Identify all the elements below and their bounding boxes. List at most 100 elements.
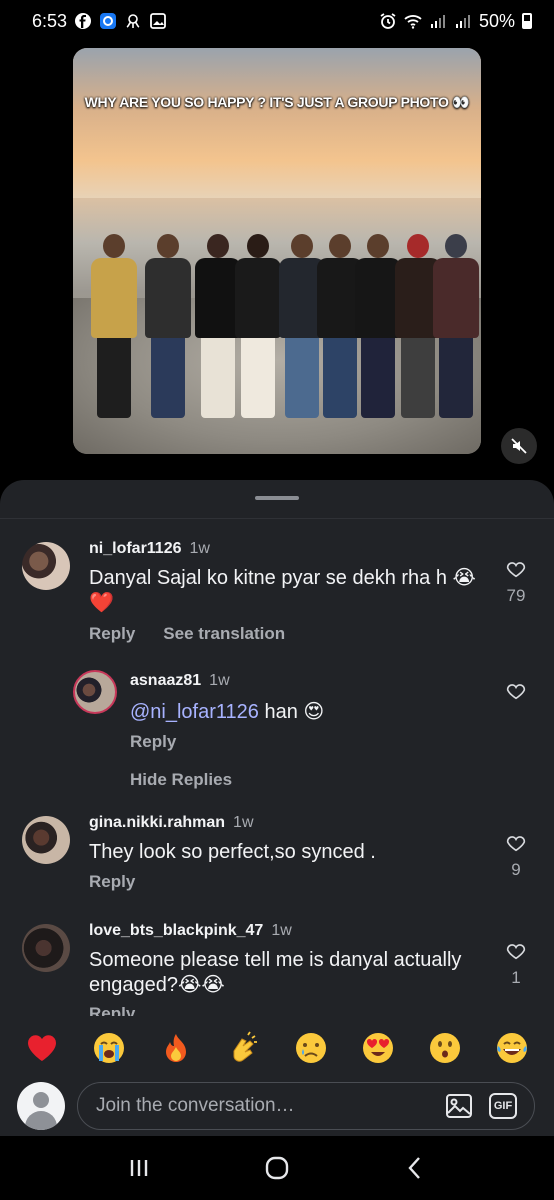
group-photo-people: [83, 148, 479, 418]
mute-button[interactable]: [501, 428, 537, 464]
recent-apps-button[interactable]: [119, 1148, 159, 1188]
person: [433, 234, 479, 418]
crying-face-icon: [295, 1033, 326, 1063]
heart-icon: [27, 1035, 56, 1061]
loudly-crying-face-icon: [93, 1033, 124, 1063]
octopus-icon: [124, 12, 142, 30]
clapping-emoji-button[interactable]: [223, 1028, 263, 1068]
like-count: 1: [511, 968, 521, 987]
comment-username[interactable]: love_bts_blackpink_47: [89, 922, 263, 940]
signal-icon-2: [454, 12, 472, 30]
sheet-drag-handle[interactable]: [255, 496, 299, 500]
mute-icon: [511, 438, 527, 454]
status-left: 6:53: [32, 11, 167, 32]
signal-icon: [429, 12, 447, 30]
avatar[interactable]: [22, 816, 70, 864]
clapping-hands-icon: [233, 1031, 258, 1062]
astonished-emoji-button[interactable]: [425, 1028, 465, 1068]
fire-icon: [166, 1034, 187, 1062]
gif-icon: GIF: [489, 1093, 517, 1119]
comment-actions: Reply See translation: [89, 624, 285, 644]
like-count: 79: [506, 586, 526, 605]
like-count: 9: [511, 860, 521, 879]
reply-button[interactable]: Reply: [130, 732, 176, 752]
reply-button[interactable]: Reply: [89, 624, 135, 644]
image-picker-button[interactable]: [444, 1091, 474, 1121]
back-button[interactable]: [395, 1148, 435, 1188]
tears-of-joy-face-icon: [497, 1033, 528, 1063]
battery-percent: 50%: [478, 10, 515, 31]
like-button[interactable]: 9: [501, 832, 531, 880]
heart-outline-icon: [506, 562, 526, 578]
comment-header: gina.nikki.rahman 1w: [89, 814, 254, 832]
like-button[interactable]: 1: [501, 940, 531, 988]
home-icon: [265, 1156, 289, 1180]
reply-text: han 😍: [258, 701, 325, 723]
gallery-icon: [149, 12, 167, 30]
like-button[interactable]: [501, 680, 531, 702]
mention-link[interactable]: @ni_lofar1126: [130, 701, 259, 723]
gif-picker-button[interactable]: GIF: [488, 1091, 518, 1121]
comment-text: They look so perfect,so synced .: [89, 841, 376, 863]
wifi-icon: [404, 12, 422, 30]
comment-text: @ni_lofar1126 han 😍: [130, 700, 470, 725]
person: [91, 234, 137, 418]
my-avatar[interactable]: [17, 1082, 65, 1130]
battery-icon: [522, 13, 532, 29]
heart-eyes-face-icon: [362, 1033, 393, 1063]
see-translation-button[interactable]: See translation: [163, 624, 285, 644]
comment-actions: Reply: [89, 872, 135, 892]
fire-emoji-button[interactable]: [156, 1028, 196, 1068]
heart-emoji-button[interactable]: [22, 1028, 62, 1068]
heart-outline-icon: [506, 836, 526, 852]
reply-button[interactable]: Reply: [89, 872, 135, 892]
status-bar: 6:53 50%: [0, 0, 554, 42]
crying-emoji-button[interactable]: [291, 1028, 331, 1068]
comment-header: asnaaz81 1w: [130, 672, 230, 690]
comment-actions: Reply: [89, 1004, 135, 1016]
heart-outline-icon: [506, 944, 526, 960]
comment-time: 1w: [209, 672, 230, 689]
clock: 6:53: [32, 10, 68, 31]
comment-actions: Reply: [130, 732, 176, 752]
video-caption: WHY ARE YOU SO HAPPY ? IT'S JUST A GROUP…: [84, 94, 470, 110]
recent-apps-icon: [130, 1160, 148, 1176]
emoji-quick-bar: [0, 1022, 554, 1074]
tears-of-joy-emoji-button[interactable]: [492, 1028, 532, 1068]
divider: [0, 518, 554, 519]
system-navigation-bar: [0, 1136, 554, 1200]
home-button[interactable]: [257, 1148, 297, 1188]
avatar[interactable]: [22, 542, 70, 590]
loudly-crying-emoji-button[interactable]: [89, 1028, 129, 1068]
back-chevron-icon: [408, 1157, 420, 1179]
comment-time: 1w: [233, 814, 254, 831]
comment-text: Someone please tell me is danyal actuall…: [89, 949, 462, 996]
comment-username[interactable]: ni_lofar1126: [89, 540, 182, 558]
person: [145, 234, 191, 418]
comment-input-row: Join the conversation… GIF: [0, 1074, 554, 1136]
heart-eyes-emoji-button[interactable]: [358, 1028, 398, 1068]
video-player[interactable]: WHY ARE YOU SO HAPPY ? IT'S JUST A GROUP…: [73, 48, 481, 454]
reply-button[interactable]: Reply: [89, 1004, 135, 1016]
comment-header: ni_lofar1126 1w: [89, 540, 210, 558]
comment-input-placeholder: Join the conversation…: [96, 1095, 295, 1116]
comment-time: 1w: [189, 540, 210, 557]
comment-username[interactable]: gina.nikki.rahman: [89, 814, 225, 832]
astonished-face-icon: [430, 1033, 461, 1063]
avatar[interactable]: [22, 924, 70, 972]
comment-time: 1w: [271, 922, 292, 939]
status-right: 50%: [379, 11, 532, 32]
comment-text: Danyal Sajal ko kitne pyar se dekh rha h…: [89, 567, 476, 614]
like-button[interactable]: 79: [501, 558, 531, 606]
comment-username[interactable]: asnaaz81: [130, 672, 201, 690]
app-icon: [99, 12, 117, 30]
hide-replies-button[interactable]: Hide Replies: [130, 770, 232, 790]
person: [235, 234, 281, 418]
comment-header: love_bts_blackpink_47 1w: [89, 922, 292, 940]
image-icon: [446, 1094, 472, 1118]
facebook-icon: [74, 12, 92, 30]
alarm-icon: [379, 12, 397, 30]
comment-input[interactable]: Join the conversation… GIF: [77, 1082, 535, 1130]
avatar[interactable]: [73, 670, 117, 714]
heart-outline-icon: [506, 684, 526, 700]
